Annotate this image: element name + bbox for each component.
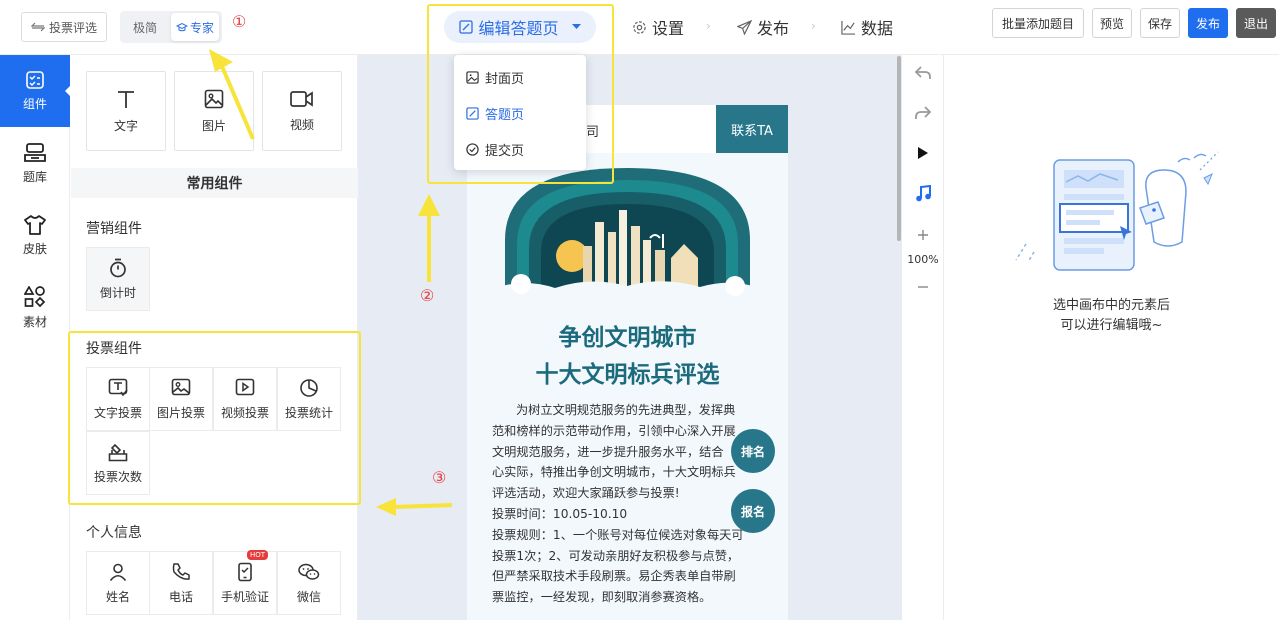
tile-label: 文字 xyxy=(113,118,138,133)
question-bank-icon xyxy=(24,143,46,163)
contact-button[interactable]: 联系TA xyxy=(716,105,788,153)
description-line: 为树立文明规范服务的先进典型，发挥典 xyxy=(516,403,736,417)
canvas-title-line1: 争创文明城市 xyxy=(558,324,697,351)
line-chart-icon xyxy=(841,20,856,35)
component-video[interactable]: 视频 xyxy=(262,71,342,151)
nav-separator-chevron: › xyxy=(706,19,711,33)
component-text[interactable]: 文字 xyxy=(86,71,166,151)
wechat-icon xyxy=(298,562,320,582)
component-name[interactable]: 姓名 xyxy=(86,551,150,615)
rail-item-label: 组件 xyxy=(22,97,47,111)
hot-badge: HOT xyxy=(246,550,268,560)
component-phone[interactable]: 电话 xyxy=(149,551,213,615)
paper-plane-icon xyxy=(737,19,752,35)
annotation-number-1: ① xyxy=(232,12,247,31)
annotation-number-2: ② xyxy=(420,286,435,305)
empty-selection-illustration xyxy=(1008,148,1220,274)
user-icon xyxy=(108,562,128,582)
highlight-page-dropdown xyxy=(427,4,614,184)
bulk-add-questions-button[interactable]: 批量添加题目 xyxy=(992,8,1084,38)
play-icon[interactable] xyxy=(917,146,929,160)
cell-label: 微信 xyxy=(296,589,321,604)
annotation-number-3: ③ xyxy=(432,468,447,487)
preview-button[interactable]: 预览 xyxy=(1092,8,1132,38)
annotation-arrow-2 xyxy=(414,190,444,285)
rail-item-label: 素材 xyxy=(22,315,47,329)
tile-label: 视频 xyxy=(289,117,314,132)
swap-arrow-icon xyxy=(30,21,45,33)
nav-settings-label: 设置 xyxy=(652,19,685,38)
component-wechat[interactable]: 微信 xyxy=(277,551,341,615)
gear-icon xyxy=(632,20,647,35)
publish-button[interactable]: 发布 xyxy=(1188,8,1228,38)
description-line: 票监控，一经发现，即刻取消参赛资格。 xyxy=(492,590,712,605)
empty-hint-line1: 选中画布中的元素后 xyxy=(1052,298,1170,313)
nav-separator-chevron: › xyxy=(811,19,816,33)
canvas-title-line2: 十大文明标兵评选 xyxy=(535,361,720,388)
video-icon xyxy=(290,90,314,108)
tshirt-icon xyxy=(24,215,46,235)
empty-hint-line2: 可以进行编辑哦~ xyxy=(1060,318,1163,333)
music-icon[interactable] xyxy=(915,185,931,202)
cell-label: 电话 xyxy=(168,589,193,604)
float-signup-button[interactable]: 报名 xyxy=(731,489,775,533)
rail-item-components[interactable]: 组件 xyxy=(0,55,70,127)
nav-data-label: 数据 xyxy=(861,19,894,38)
rail-item-label: 皮肤 xyxy=(22,242,47,256)
back-button[interactable]: 投票评选 xyxy=(21,12,107,42)
shapes-icon xyxy=(24,286,46,308)
graduation-cap-icon xyxy=(175,22,188,32)
save-button[interactable]: 保存 xyxy=(1140,8,1180,38)
description-line: 投票1次；2、可发动亲朋好友积极参与点赞， xyxy=(492,548,740,563)
exit-button[interactable]: 退出 xyxy=(1236,8,1276,38)
float-rank-button[interactable]: 排名 xyxy=(731,429,775,473)
section-common-components: 常用组件 xyxy=(71,168,358,198)
rail-item-question-bank[interactable]: 题库 xyxy=(0,130,70,198)
zoom-out-icon[interactable] xyxy=(917,281,929,293)
nav-publish[interactable]: 发布 xyxy=(737,14,789,40)
canvas-scrollbar[interactable] xyxy=(897,56,901,241)
mode-expert-label: 专家 xyxy=(189,20,214,35)
mode-simple-button[interactable]: 极简 xyxy=(125,14,165,40)
nav-settings[interactable]: 设置 xyxy=(632,14,684,40)
nav-publish-label: 发布 xyxy=(757,19,790,38)
property-panel xyxy=(944,55,1279,620)
group-title-personal: 个人信息 xyxy=(86,525,142,541)
group-title-marketing: 营销组件 xyxy=(86,221,142,237)
undo-icon[interactable] xyxy=(915,66,931,80)
cell-label: 姓名 xyxy=(105,589,130,604)
zoom-level: 100% xyxy=(907,253,939,266)
cell-label: 手机验证 xyxy=(220,589,269,604)
annotation-arrow-1 xyxy=(203,44,263,144)
rail-item-assets[interactable]: 素材 xyxy=(0,274,70,342)
highlight-vote-components xyxy=(68,331,361,505)
mobile-verify-icon xyxy=(235,562,255,582)
redo-icon[interactable] xyxy=(915,106,931,120)
nav-data[interactable]: 数据 xyxy=(841,14,893,40)
rail-item-label: 题库 xyxy=(22,170,47,184)
canvas-toolbar xyxy=(902,55,944,620)
mode-expert-button[interactable]: 专家 xyxy=(171,13,219,41)
stopwatch-icon xyxy=(108,258,128,278)
back-button-label: 投票评选 xyxy=(48,20,97,35)
annotation-arrow-3 xyxy=(374,494,454,518)
text-icon xyxy=(116,89,136,109)
component-icon xyxy=(25,70,45,90)
cell-label: 倒计时 xyxy=(99,285,136,300)
phone-icon xyxy=(171,562,191,582)
rail-item-skin[interactable]: 皮肤 xyxy=(0,202,70,270)
zoom-in-icon[interactable] xyxy=(917,229,929,241)
component-mobile-verify[interactable]: HOT 手机验证 xyxy=(213,550,277,615)
description-line: 但严禁采取技术手段刷票。易企秀表单自带刷 xyxy=(492,569,736,584)
component-countdown[interactable]: 倒计时 xyxy=(86,247,150,311)
